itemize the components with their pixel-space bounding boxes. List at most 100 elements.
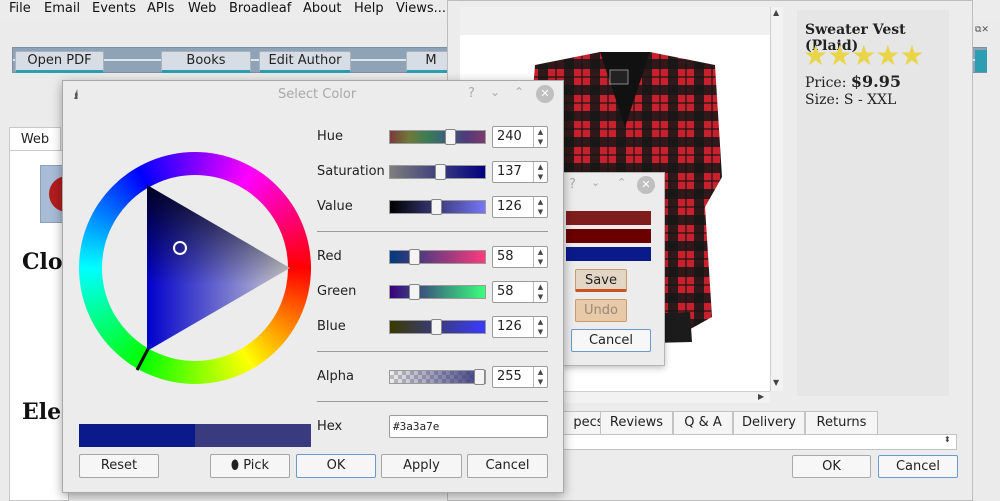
spin-down-icon[interactable]: ▼ [533,292,547,302]
color-swatch[interactable] [566,229,651,243]
ok-button[interactable]: OK [792,455,871,478]
window-controls-icon[interactable]: ⧉✕ [975,24,1000,36]
red-label: Red [317,249,342,264]
product-description-field[interactable]: ⬍ [560,434,957,450]
scroll-down-icon[interactable]: ▼ [773,378,779,387]
open-pdf-button[interactable]: Open PDF [15,51,104,73]
menu-help[interactable]: Help [354,0,384,18]
books-button[interactable]: Books [161,51,251,73]
spin-up-icon[interactable]: ▲ [533,367,547,377]
spin-up-icon[interactable]: ▲ [533,127,547,137]
tab-delivery[interactable]: Delivery [733,411,805,434]
save-button[interactable]: Save [575,269,627,292]
pick-label: Pick [243,458,270,473]
cancel-button[interactable]: Cancel [467,454,548,478]
small-dialog: ? ⌄ ⌃ ✕ Save Undo Cancel [562,172,665,366]
toolbar-edge [975,50,987,72]
saturation-value-triangle[interactable] [79,152,311,384]
spin-up-icon[interactable]: ▲ [533,282,547,292]
alpha-slider[interactable] [389,369,486,385]
dialog-cancel-button[interactable]: Cancel [571,329,651,352]
tab-reviews[interactable]: Reviews [600,411,673,434]
cancel-button[interactable]: Cancel [878,455,958,478]
spin-up-icon[interactable]: ▲ [533,162,547,172]
hue-spinner[interactable]: 240 ▲ ▼ [492,126,548,148]
edit-author-button[interactable]: Edit Author [259,51,351,73]
menu-web[interactable]: Web [188,0,216,18]
maximize-icon[interactable]: ⌃ [617,176,626,189]
slider-thumb[interactable] [435,164,446,180]
value-value: 126 [497,199,522,214]
tab-web[interactable]: Web [9,127,61,151]
menu-events[interactable]: Events [92,0,136,18]
hue-marker [135,348,150,371]
apply-button[interactable]: Apply [381,454,462,478]
eyedropper-icon: ⬮ [230,458,240,473]
spin-down-icon[interactable]: ▼ [533,207,547,217]
spin-down-icon[interactable]: ▼ [533,257,547,267]
maximize-icon[interactable]: ⌃ [514,85,524,99]
menu-about[interactable]: About [303,0,341,18]
minimize-icon[interactable]: ⌄ [591,176,600,189]
color-swatch[interactable] [566,247,651,261]
reset-button[interactable]: Reset [79,454,159,478]
slider-thumb[interactable] [445,129,456,145]
spin-up-icon[interactable]: ▲ [533,247,547,257]
spinner-icon[interactable]: ⬍ [944,435,951,444]
tab-q-and-a[interactable]: Q & A [673,411,733,434]
menu-broadleaf[interactable]: Broadleaf [229,0,291,18]
ok-button[interactable]: OK [296,454,376,478]
color-swatch[interactable] [566,211,651,225]
undo-button[interactable]: Undo [575,299,627,322]
scroll-up-icon[interactable]: ▲ [773,8,779,17]
menu-views[interactable]: Views... [396,0,446,18]
value-spinner[interactable]: 126 ▲ ▼ [492,196,548,218]
saturation-slider[interactable] [389,164,486,180]
blue-slider[interactable] [389,319,486,335]
pick-button[interactable]: ⬮ Pick [210,454,290,478]
saturation-value: 137 [497,164,522,179]
image-vertical-scrollbar[interactable]: ▲ ▼ [770,7,783,391]
hex-input[interactable]: #3a3a7e [389,415,548,438]
green-slider[interactable] [389,284,486,300]
slider-thumb[interactable] [474,369,485,385]
minimize-icon[interactable]: ⌄ [490,85,500,99]
help-icon[interactable]: ? [468,86,475,101]
spin-up-icon[interactable]: ▲ [533,197,547,207]
menu-apis[interactable]: APIs [147,0,174,18]
green-label: Green [317,284,357,299]
spin-up-icon[interactable]: ▲ [533,317,547,327]
spin-down-icon[interactable]: ▼ [533,137,547,147]
red-spinner[interactable]: 58 ▲ ▼ [492,246,548,268]
help-icon[interactable]: ? [569,177,576,192]
spin-down-icon[interactable]: ▼ [533,377,547,387]
slider-thumb[interactable] [409,284,420,300]
price-label: Price: [805,75,847,91]
red-value: 58 [497,249,514,264]
close-icon[interactable]: ✕ [637,176,655,194]
slider-thumb[interactable] [431,199,442,215]
separator [317,401,548,402]
blue-spinner[interactable]: 126 ▲ ▼ [492,316,548,338]
spin-down-icon[interactable]: ▼ [533,327,547,337]
value-slider[interactable] [389,199,486,215]
hue-slider[interactable] [389,129,486,145]
saturation-spinner[interactable]: 137 ▲ ▼ [492,161,548,183]
menu-email[interactable]: Email [44,0,80,18]
separator [317,231,548,232]
tab-returns[interactable]: Returns [805,411,878,434]
product-price: $9.95 [850,72,901,91]
spin-down-icon[interactable]: ▼ [533,172,547,182]
slider-thumb[interactable] [409,249,420,265]
alpha-spinner[interactable]: 255 ▲ ▼ [492,366,548,388]
size-label: Size: [805,92,840,108]
alpha-label: Alpha [317,369,354,384]
green-spinner[interactable]: 58 ▲ ▼ [492,281,548,303]
alpha-value: 255 [497,369,522,384]
menu-file[interactable]: File [9,0,31,18]
slider-thumb[interactable] [431,319,442,335]
web-content-panel: Clot Elec [9,150,75,501]
close-icon[interactable]: ✕ [536,85,554,103]
red-slider[interactable] [389,249,486,265]
scroll-right-icon[interactable]: ▶ [758,392,764,401]
